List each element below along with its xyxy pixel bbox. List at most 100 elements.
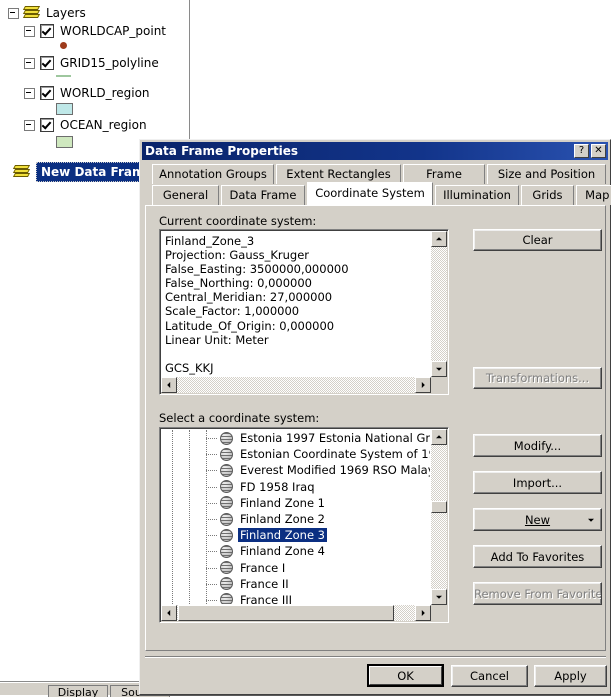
toc-layer-grid15-polyline[interactable]: GRID15_polyline (24, 56, 159, 70)
remove-from-favorites-button[interactable]: Remove From Favorites (473, 582, 602, 605)
select-coordinate-system-label: Select a coordinate system: (159, 411, 320, 425)
scroll-thumb[interactable] (178, 605, 394, 621)
scroll-right-button[interactable] (415, 377, 431, 393)
globe-icon (220, 431, 233, 445)
layer-visibility-checkbox[interactable] (40, 86, 54, 100)
coordinate-system-list[interactable]: Estonia 1997 Estonia National Grid Eston… (162, 430, 430, 604)
symbol-swatch-line[interactable] (56, 75, 71, 77)
transformations-button[interactable]: Transformations... (473, 367, 602, 389)
import-button[interactable]: Import... (473, 471, 602, 494)
modify-button[interactable]: Modify... (473, 434, 602, 457)
globe-icon (220, 480, 233, 494)
list-item[interactable]: Everest Modified 1969 RSO Malaya Me (162, 462, 430, 478)
list-item-selected[interactable]: Finland Zone 3 (162, 527, 430, 543)
coordinate-system-panel: Current coordinate system: Finland_Zone_… (145, 205, 606, 651)
expander-icon[interactable] (8, 7, 19, 19)
scroll-right-button[interactable] (415, 605, 431, 621)
layer-label: OCEAN_region (60, 118, 147, 132)
list-item[interactable]: FD 1958 Iraq (162, 479, 430, 495)
layers-stack-icon (22, 6, 41, 20)
new-button-label: New (524, 512, 551, 527)
clear-button[interactable]: Clear (473, 229, 602, 251)
new-dropdown-button[interactable]: New (473, 508, 602, 531)
layer-visibility-checkbox[interactable] (40, 56, 54, 70)
list-item[interactable]: France II (162, 576, 430, 592)
symbol-swatch-ocean-region[interactable] (56, 136, 73, 148)
list-item[interactable]: Estonia 1997 Estonia National Grid (162, 430, 430, 446)
scroll-down-button[interactable] (431, 361, 447, 377)
globe-icon (220, 447, 233, 461)
scrollbar-corner (431, 605, 447, 621)
toc-layer-worldcap-point[interactable]: WORLDCAP_point (24, 24, 166, 38)
scroll-down-button[interactable] (431, 589, 447, 605)
dialog-tabstrip[interactable]: Annotation Groups Extent Rectangles Fram… (145, 164, 611, 206)
close-icon[interactable]: ✕ (591, 144, 606, 158)
scroll-up-button[interactable] (431, 231, 447, 247)
layer-visibility-checkbox[interactable] (40, 118, 54, 132)
scrollbar-corner (431, 377, 447, 393)
layer-visibility-checkbox[interactable] (40, 24, 54, 38)
tab-annotation-groups[interactable]: Annotation Groups (152, 164, 274, 184)
list-item[interactable]: Finland Zone 2 (162, 511, 430, 527)
toc-root-label: Layers (46, 6, 86, 20)
tab-coordinate-system[interactable]: Coordinate System (307, 182, 433, 205)
cs-vertical-scrollbar[interactable] (431, 231, 447, 377)
help-icon[interactable]: ? (574, 144, 589, 158)
list-vertical-scrollbar[interactable] (431, 429, 447, 605)
globe-icon (220, 544, 233, 558)
layer-label: WORLD_region (60, 86, 150, 100)
tab-illumination[interactable]: Illumination (435, 185, 519, 205)
list-horizontal-scrollbar[interactable] (161, 605, 431, 621)
list-item[interactable]: Finland Zone 4 (162, 543, 430, 559)
list-item[interactable]: Finland Zone 1 (162, 495, 430, 511)
globe-icon (220, 528, 233, 542)
tab-data-frame[interactable]: Data Frame (221, 185, 305, 205)
dialog-titlebar[interactable]: Data Frame Properties ? ✕ (142, 142, 608, 160)
expander-icon[interactable] (24, 25, 35, 37)
globe-icon (220, 463, 233, 477)
globe-icon (220, 496, 233, 510)
symbol-swatch-world-region[interactable] (56, 103, 73, 115)
tab-grids[interactable]: Grids (521, 185, 574, 205)
scroll-up-button[interactable] (431, 429, 447, 445)
polygon-symbol-icon (56, 103, 73, 115)
polygon-symbol-icon (56, 136, 73, 148)
coordinate-system-listbox[interactable]: Estonia 1997 Estonia National Grid Eston… (159, 427, 449, 623)
tab-frame[interactable]: Frame (403, 164, 485, 184)
ok-button[interactable]: OK (367, 664, 444, 687)
list-item[interactable]: France III (162, 592, 430, 604)
list-item[interactable]: France I (162, 560, 430, 576)
line-symbol-icon (56, 75, 71, 77)
scroll-left-button[interactable] (161, 605, 177, 621)
current-coordinate-system-label: Current coordinate system: (159, 214, 317, 228)
toc-layer-ocean-region[interactable]: OCEAN_region (24, 118, 147, 132)
globe-icon (220, 561, 233, 575)
tab-size-and-position[interactable]: Size and Position (487, 164, 606, 184)
expander-icon[interactable] (24, 57, 35, 69)
layer-label: WORLDCAP_point (60, 24, 167, 38)
footer-divider (145, 656, 606, 658)
toc-tab-display[interactable]: Display (48, 685, 108, 697)
symbol-swatch-point[interactable] (60, 42, 67, 49)
layer-label: GRID15_polyline (60, 56, 159, 70)
cs-horizontal-scrollbar[interactable] (161, 377, 431, 393)
apply-button[interactable]: Apply (534, 665, 607, 687)
chevron-down-icon[interactable] (588, 518, 594, 522)
scroll-left-button[interactable] (161, 377, 177, 393)
expander-icon[interactable] (24, 119, 35, 131)
tab-general[interactable]: General (152, 185, 219, 205)
globe-icon (220, 512, 233, 526)
list-item[interactable]: Estonian Coordinate System of 1992 (162, 446, 430, 462)
toc-layer-world-region[interactable]: WORLD_region (24, 86, 150, 100)
globe-icon (220, 577, 233, 591)
tab-extent-rectangles[interactable]: Extent Rectangles (276, 164, 401, 184)
current-coordinate-system-box[interactable]: Finland_Zone_3 Projection: Gauss_Kruger … (159, 229, 449, 395)
scroll-thumb[interactable] (431, 501, 447, 513)
globe-icon (220, 593, 233, 604)
toc-data-frame-new-data-frame[interactable]: New Data Frame (12, 162, 158, 182)
expander-icon[interactable] (24, 87, 35, 99)
toc-root-layers[interactable]: Layers (8, 6, 86, 20)
tab-map-cache[interactable]: Map Cache (576, 185, 611, 205)
add-to-favorites-button[interactable]: Add To Favorites (473, 545, 602, 568)
cancel-button[interactable]: Cancel (451, 665, 528, 687)
